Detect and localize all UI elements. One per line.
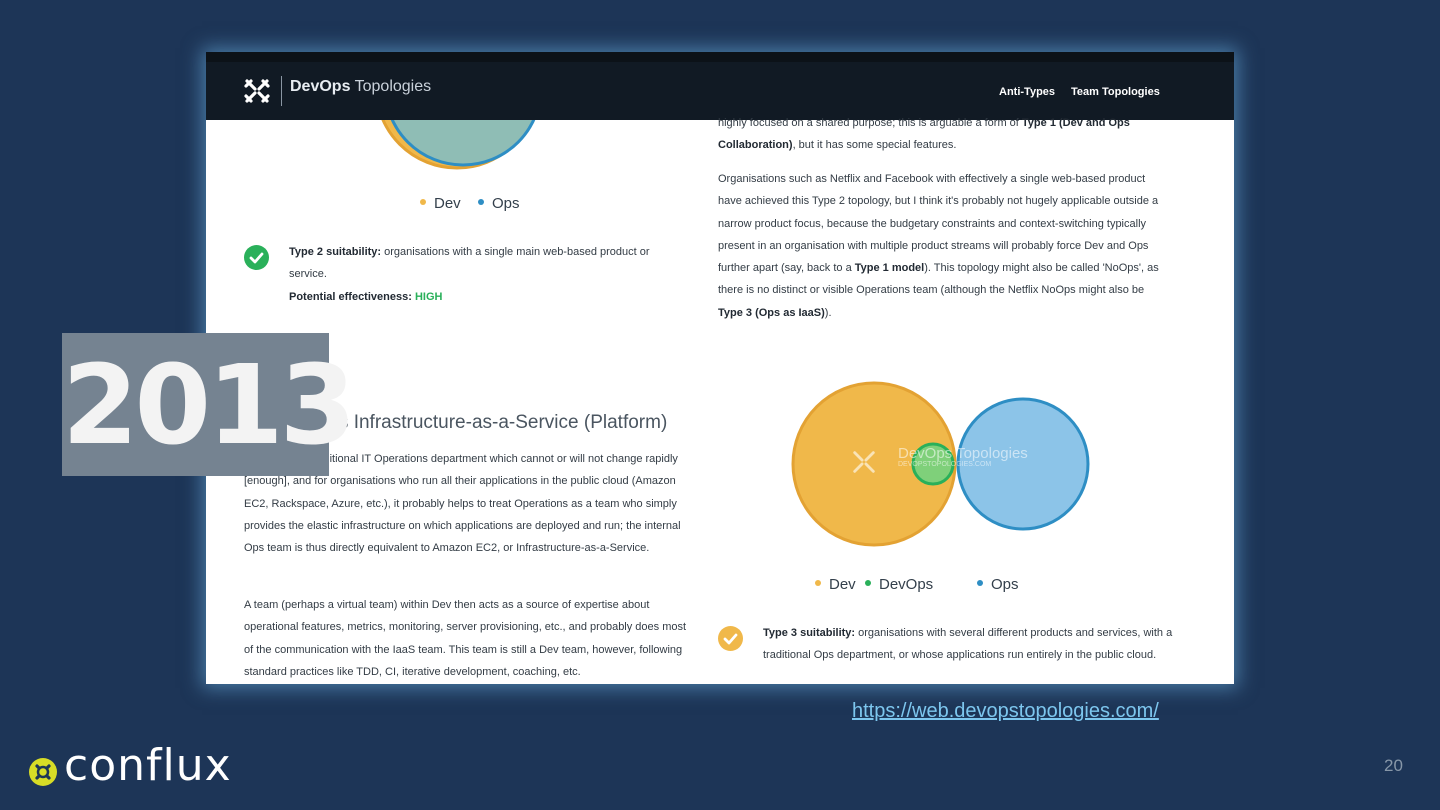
legend-dev-2-label: Dev <box>829 576 856 593</box>
legend-devops-label: DevOps <box>879 576 934 593</box>
right-paragraph-1: Organisations such as Netflix and Facebo… <box>718 168 1170 324</box>
site-brand[interactable]: DevOps Topologies <box>290 78 431 96</box>
legend-ops-2-label: Ops <box>991 576 1019 593</box>
nav-divider <box>281 76 282 106</box>
legend-dot-ops-2 <box>977 580 983 587</box>
legend-dot-devops <box>865 580 871 587</box>
nav-link-anti-types[interactable]: Anti-Types <box>999 86 1055 98</box>
legend-ops-label: Ops <box>492 195 520 212</box>
para0-text-c: , but it has some special features. <box>792 139 957 152</box>
type2-suitability: Type 2 suitability: organisations with a… <box>289 241 689 308</box>
effectiveness-label: Potential effectiveness: <box>289 290 412 303</box>
year-text: 2013 <box>62 341 356 469</box>
watermark-name: DevOps Topologies <box>898 445 1028 462</box>
top-navbar: DevOps Topologies Anti-Types Team Topolo… <box>206 52 1234 120</box>
legend-dev: Dev <box>420 195 461 212</box>
watermark: DevOps Topologies DEVOPSTOPOLOGIES.COM <box>898 445 1028 468</box>
left-paragraph-2: A team (perhaps a virtual team) within D… <box>244 599 687 678</box>
right-paragraph-0: highly focused on a shared purpose; this… <box>718 112 1170 157</box>
legend-dot-dev <box>420 199 426 206</box>
conflux-logo-icon <box>29 758 57 786</box>
type3-label: Type 3 suitability: <box>763 627 856 639</box>
brand-light: Topologies <box>354 78 432 95</box>
type2-label: Type 2 suitability: <box>289 246 382 258</box>
page-number: 20 <box>1384 756 1403 775</box>
legend-devops: DevOps <box>865 576 933 593</box>
effectiveness-value: HIGH <box>414 290 443 303</box>
para0-text-a: highly focused on a shared purpose; this… <box>718 117 1022 129</box>
section-heading: ps as Infrastructure-as-a-Service (Platf… <box>303 411 668 433</box>
devops-topologies-logo-icon[interactable] <box>242 76 272 106</box>
source-url-link[interactable]: https://web.devopstopologies.com/ <box>852 700 1159 723</box>
para1-text-a: Organisations such as Netflix and Facebo… <box>718 173 1159 275</box>
nav-link-team-topologies[interactable]: Team Topologies <box>1071 86 1160 98</box>
para1-bold-b: Type 1 model <box>854 262 925 275</box>
check-circle-icon <box>718 626 743 651</box>
type3-suitability: Type 3 suitability: organisations with s… <box>763 622 1173 667</box>
website-screenshot: DevOps Topologies Anti-Types Team Topolo… <box>206 52 1234 684</box>
watermark-logo-icon <box>853 451 875 473</box>
legend-dot-ops <box>478 199 484 206</box>
para1-text-e: ). <box>824 306 832 319</box>
para1-bold-d: Type 3 (Ops as IaaS) <box>718 306 825 319</box>
year-badge: 2013 <box>62 333 356 476</box>
legend-dot-dev-2 <box>815 580 821 587</box>
legend-dev-label: Dev <box>434 195 461 212</box>
type2-venn-diagram <box>378 112 539 170</box>
legend-ops: Ops <box>478 195 520 212</box>
watermark-url: DEVOPSTOPOLOGIES.COM <box>898 461 992 468</box>
conflux-wordmark: conflux <box>64 740 232 791</box>
legend-ops-2: Ops <box>977 576 1019 593</box>
check-circle-icon <box>244 245 269 270</box>
brand-bold: DevOps <box>290 78 351 95</box>
legend-dev-2: Dev <box>815 576 856 593</box>
